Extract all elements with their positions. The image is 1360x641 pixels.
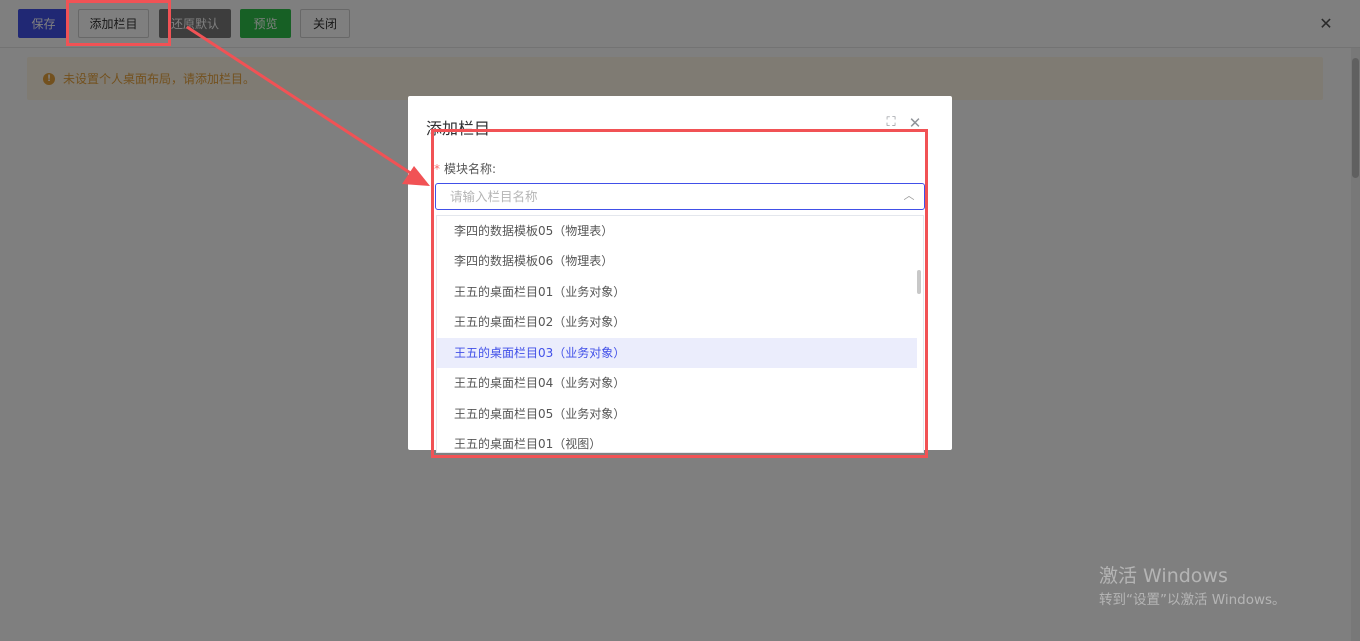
dropdown-option[interactable]: 王五的桌面栏目04（业务对象） <box>437 368 917 398</box>
chevron-up-icon[interactable]: ︿ <box>902 189 916 203</box>
select-dropdown: 李四的数据模板05（物理表） 李四的数据模板06（物理表） 王五的桌面栏目01（… <box>436 215 924 453</box>
dropdown-option[interactable]: 王五的桌面栏目03（业务对象） <box>437 338 917 368</box>
module-name-input[interactable] <box>450 187 890 206</box>
maximize-icon[interactable]: ⛶ <box>884 116 898 130</box>
dropdown-option[interactable]: 李四的数据模板06（物理表） <box>437 246 917 276</box>
module-name-select[interactable]: ︿ <box>435 183 925 210</box>
dropdown-option[interactable]: 王五的桌面栏目01（业务对象） <box>437 277 917 307</box>
dialog-close-icon[interactable]: ✕ <box>908 115 922 131</box>
dropdown-option[interactable]: 李四的数据模板05（物理表） <box>437 216 917 246</box>
dialog-title: 添加栏目 <box>426 119 491 138</box>
watermark-title: 激活 Windows <box>1099 565 1228 587</box>
module-name-label: * 模块名称: <box>434 160 496 177</box>
dropdown-option[interactable]: 王五的桌面栏目01（视图） <box>437 429 917 452</box>
required-mark: * <box>434 162 440 176</box>
dropdown-option[interactable]: 王五的桌面栏目05（业务对象） <box>437 399 917 429</box>
dropdown-option[interactable]: 王五的桌面栏目02（业务对象） <box>437 307 917 337</box>
module-name-label-text: 模块名称: <box>444 162 497 176</box>
watermark-subtitle: 转到“设置”以激活 Windows。 <box>1099 592 1286 608</box>
dropdown-scrollbar-thumb[interactable] <box>917 270 921 294</box>
